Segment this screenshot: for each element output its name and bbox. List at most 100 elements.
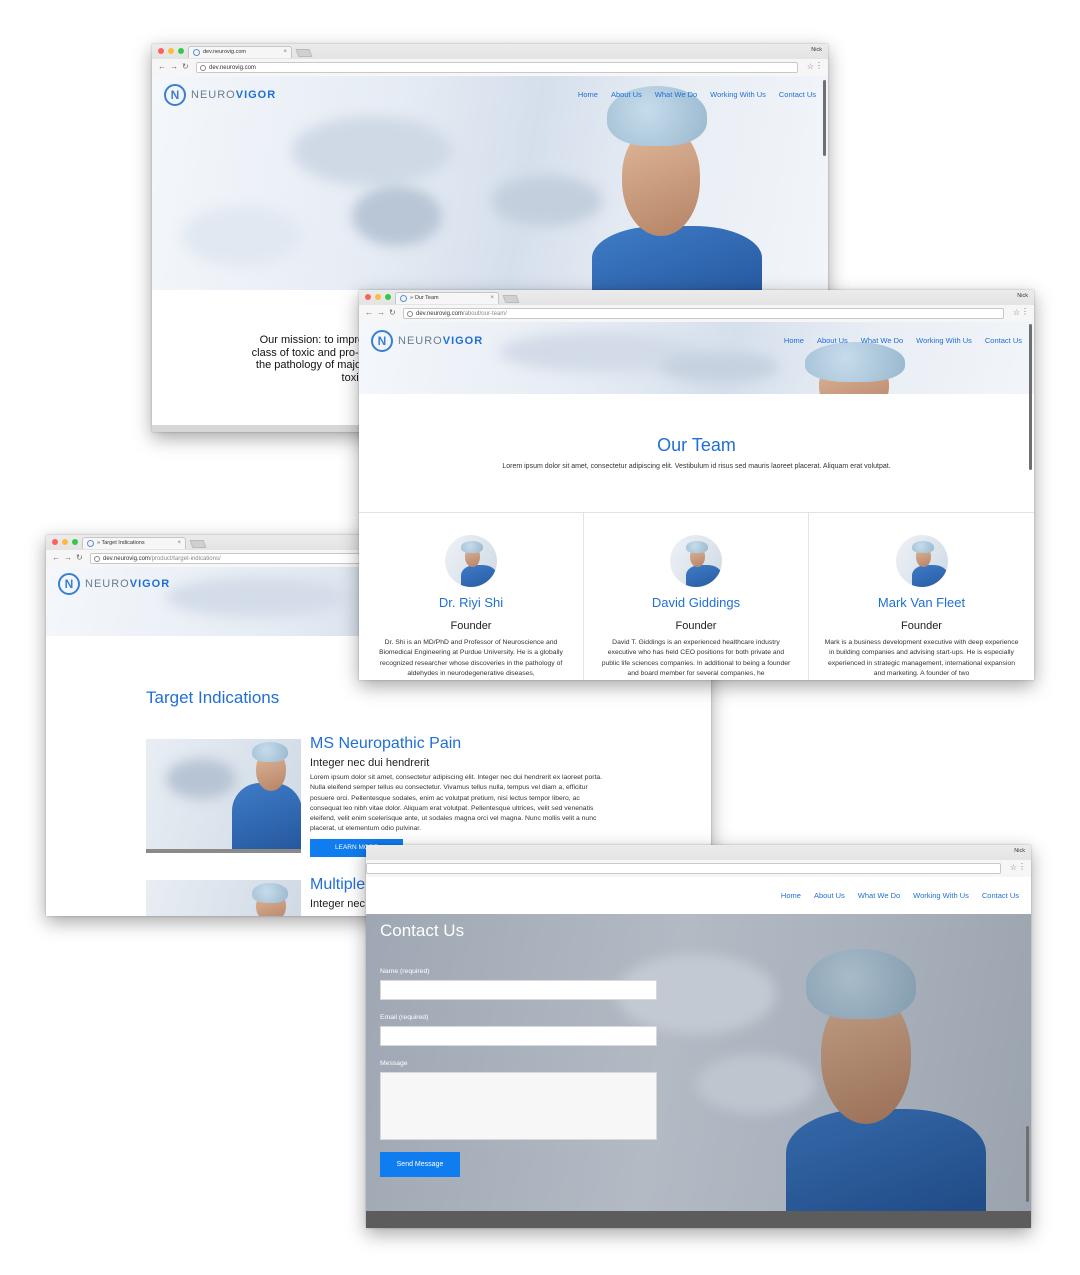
minimize-window-button[interactable] — [375, 294, 381, 300]
team-card: David Giddings Founder David T. Giddings… — [584, 513, 809, 680]
menu-icon[interactable]: ⋮ — [1018, 862, 1026, 871]
nav-working-with-us[interactable]: Working With Us — [710, 90, 766, 99]
site-logo[interactable]: N NEURO VIGOR — [164, 84, 276, 106]
profile-name[interactable]: Nick — [1014, 848, 1025, 854]
avatar — [895, 535, 948, 587]
name-label: Name (required) — [380, 968, 430, 975]
member-name[interactable]: Dr. Riyi Shi — [359, 595, 583, 610]
page-subtitle: Lorem ipsum dolor sit amet, consectetur … — [502, 463, 891, 470]
site-logo[interactable]: N NEURO VIGOR — [371, 330, 483, 352]
nav-contact-us[interactable]: Contact Us — [985, 336, 1022, 345]
nav-what-we-do[interactable]: What We Do — [858, 891, 900, 900]
message-label: Message — [380, 1060, 408, 1067]
doctor-photo — [799, 322, 959, 394]
hero-banner: N NEURO VIGOR Home About Us What We Do Wor… — [152, 76, 828, 290]
avatar — [670, 535, 722, 587]
minimize-window-button[interactable] — [168, 48, 174, 54]
team-card: Mark Van Fleet Founder Mark is a busines… — [809, 513, 1034, 680]
address-bar[interactable]: dev.neurovig.com/about/our-team/ — [403, 308, 1004, 319]
contact-background: Contact Us Name (required) Email (requir… — [366, 914, 1031, 1211]
nav-contact-us[interactable]: Contact Us — [982, 891, 1019, 900]
browser-tab[interactable]: » Our Team × — [395, 292, 499, 304]
profile-name[interactable]: Nick — [811, 47, 822, 53]
nav-about-us[interactable]: About Us — [817, 336, 848, 345]
browser-chrome: » Our Team × Nick ←→↻ dev.neurovig.com/ab… — [359, 290, 1034, 322]
browser-tab[interactable]: dev.neurovig.com × — [188, 46, 292, 58]
contact-title: Contact Us — [380, 921, 465, 940]
close-tab-icon[interactable]: × — [283, 47, 287, 58]
indication-image — [146, 739, 301, 853]
site-logo[interactable]: N NEURO VIGOR — [58, 573, 170, 595]
page-title: Our Team — [657, 435, 736, 455]
new-tab-button[interactable] — [189, 540, 207, 548]
nav-buttons[interactable]: ←→↻ — [52, 553, 87, 562]
bookmark-star-icon[interactable]: ☆ — [807, 62, 814, 71]
doctor-photo — [776, 924, 1016, 1211]
close-window-button[interactable] — [365, 294, 371, 300]
zoom-window-button[interactable] — [72, 539, 78, 545]
favicon-icon — [87, 540, 94, 547]
scrollbar[interactable] — [823, 80, 826, 156]
email-label: Email (required) — [380, 1014, 429, 1021]
member-name[interactable]: David Giddings — [584, 595, 808, 610]
nav-about-us[interactable]: About Us — [814, 891, 845, 900]
nav-buttons[interactable]: ←→↻ — [158, 62, 193, 71]
scrollbar[interactable] — [1026, 1126, 1029, 1202]
favicon-icon — [400, 295, 407, 302]
nav-what-we-do[interactable]: What We Do — [861, 336, 903, 345]
send-message-button[interactable]: Send Message — [380, 1152, 460, 1177]
close-window-button[interactable] — [52, 539, 58, 545]
member-name[interactable]: Mark Van Fleet — [809, 595, 1034, 610]
close-tab-icon[interactable]: × — [177, 538, 181, 549]
nav-buttons[interactable]: ←→↻ — [365, 308, 400, 317]
footer-bar — [366, 1211, 1031, 1228]
avatar — [445, 535, 497, 587]
browser-chrome: Nick ☆ ⋮ — [366, 845, 1031, 877]
indication-subheading: Integer nec dui hendrerit — [310, 757, 430, 769]
zoom-window-button[interactable] — [178, 48, 184, 54]
nav-working-with-us[interactable]: Working With Us — [916, 336, 972, 345]
indication-image — [146, 880, 301, 916]
site-nav: Home About Us What We Do Working With Us… — [781, 891, 1019, 900]
favicon-icon — [193, 49, 200, 56]
bookmark-star-icon[interactable]: ☆ — [1013, 308, 1020, 317]
info-icon — [200, 65, 206, 71]
member-bio: David T. Giddings is an experienced heal… — [601, 639, 791, 677]
site-nav: Home About Us What We Do Working With Us… — [784, 336, 1022, 345]
doctor-photo — [582, 76, 802, 290]
menu-icon[interactable]: ⋮ — [815, 61, 823, 70]
nav-home[interactable]: Home — [784, 336, 804, 345]
address-bar[interactable]: dev.neurovig.com — [196, 62, 798, 73]
close-window-button[interactable] — [158, 48, 164, 54]
member-role: Founder — [675, 620, 717, 632]
menu-icon[interactable]: ⋮ — [1021, 307, 1029, 316]
member-role: Founder — [450, 620, 492, 632]
nav-home[interactable]: Home — [578, 90, 598, 99]
page-title: Target Indications — [146, 688, 280, 707]
email-field[interactable] — [380, 1026, 657, 1046]
nav-working-with-us[interactable]: Working With Us — [913, 891, 969, 900]
new-tab-button[interactable] — [502, 295, 520, 303]
nav-about-us[interactable]: About Us — [611, 90, 642, 99]
browser-window-team: » Our Team × Nick ←→↻ dev.neurovig.com/ab… — [359, 290, 1034, 680]
member-bio: Mark is a business development executive… — [824, 639, 1019, 677]
browser-window-contact: Nick ☆ ⋮ Home About Us What We Do Workin… — [366, 845, 1031, 1228]
name-field[interactable] — [380, 980, 657, 1000]
bookmark-star-icon[interactable]: ☆ — [1010, 863, 1017, 872]
profile-name[interactable]: Nick — [1017, 293, 1028, 299]
member-role: Founder — [901, 620, 942, 632]
message-field[interactable] — [380, 1072, 657, 1140]
nav-home[interactable]: Home — [781, 891, 801, 900]
close-tab-icon[interactable]: × — [490, 293, 494, 304]
header-bar: Home About Us What We Do Working With Us… — [366, 877, 1031, 914]
new-tab-button[interactable] — [295, 49, 313, 57]
address-bar[interactable] — [366, 863, 1001, 874]
nav-what-we-do[interactable]: What We Do — [655, 90, 697, 99]
browser-chrome: dev.neurovig.com × Nick ←→↻ dev.neurovig.… — [152, 44, 828, 76]
browser-tab[interactable]: » Target Indications × — [82, 537, 186, 549]
nav-contact-us[interactable]: Contact Us — [779, 90, 816, 99]
info-icon — [407, 311, 413, 317]
zoom-window-button[interactable] — [385, 294, 391, 300]
indication-heading[interactable]: MS Neuropathic Pain — [310, 735, 461, 753]
minimize-window-button[interactable] — [62, 539, 68, 545]
